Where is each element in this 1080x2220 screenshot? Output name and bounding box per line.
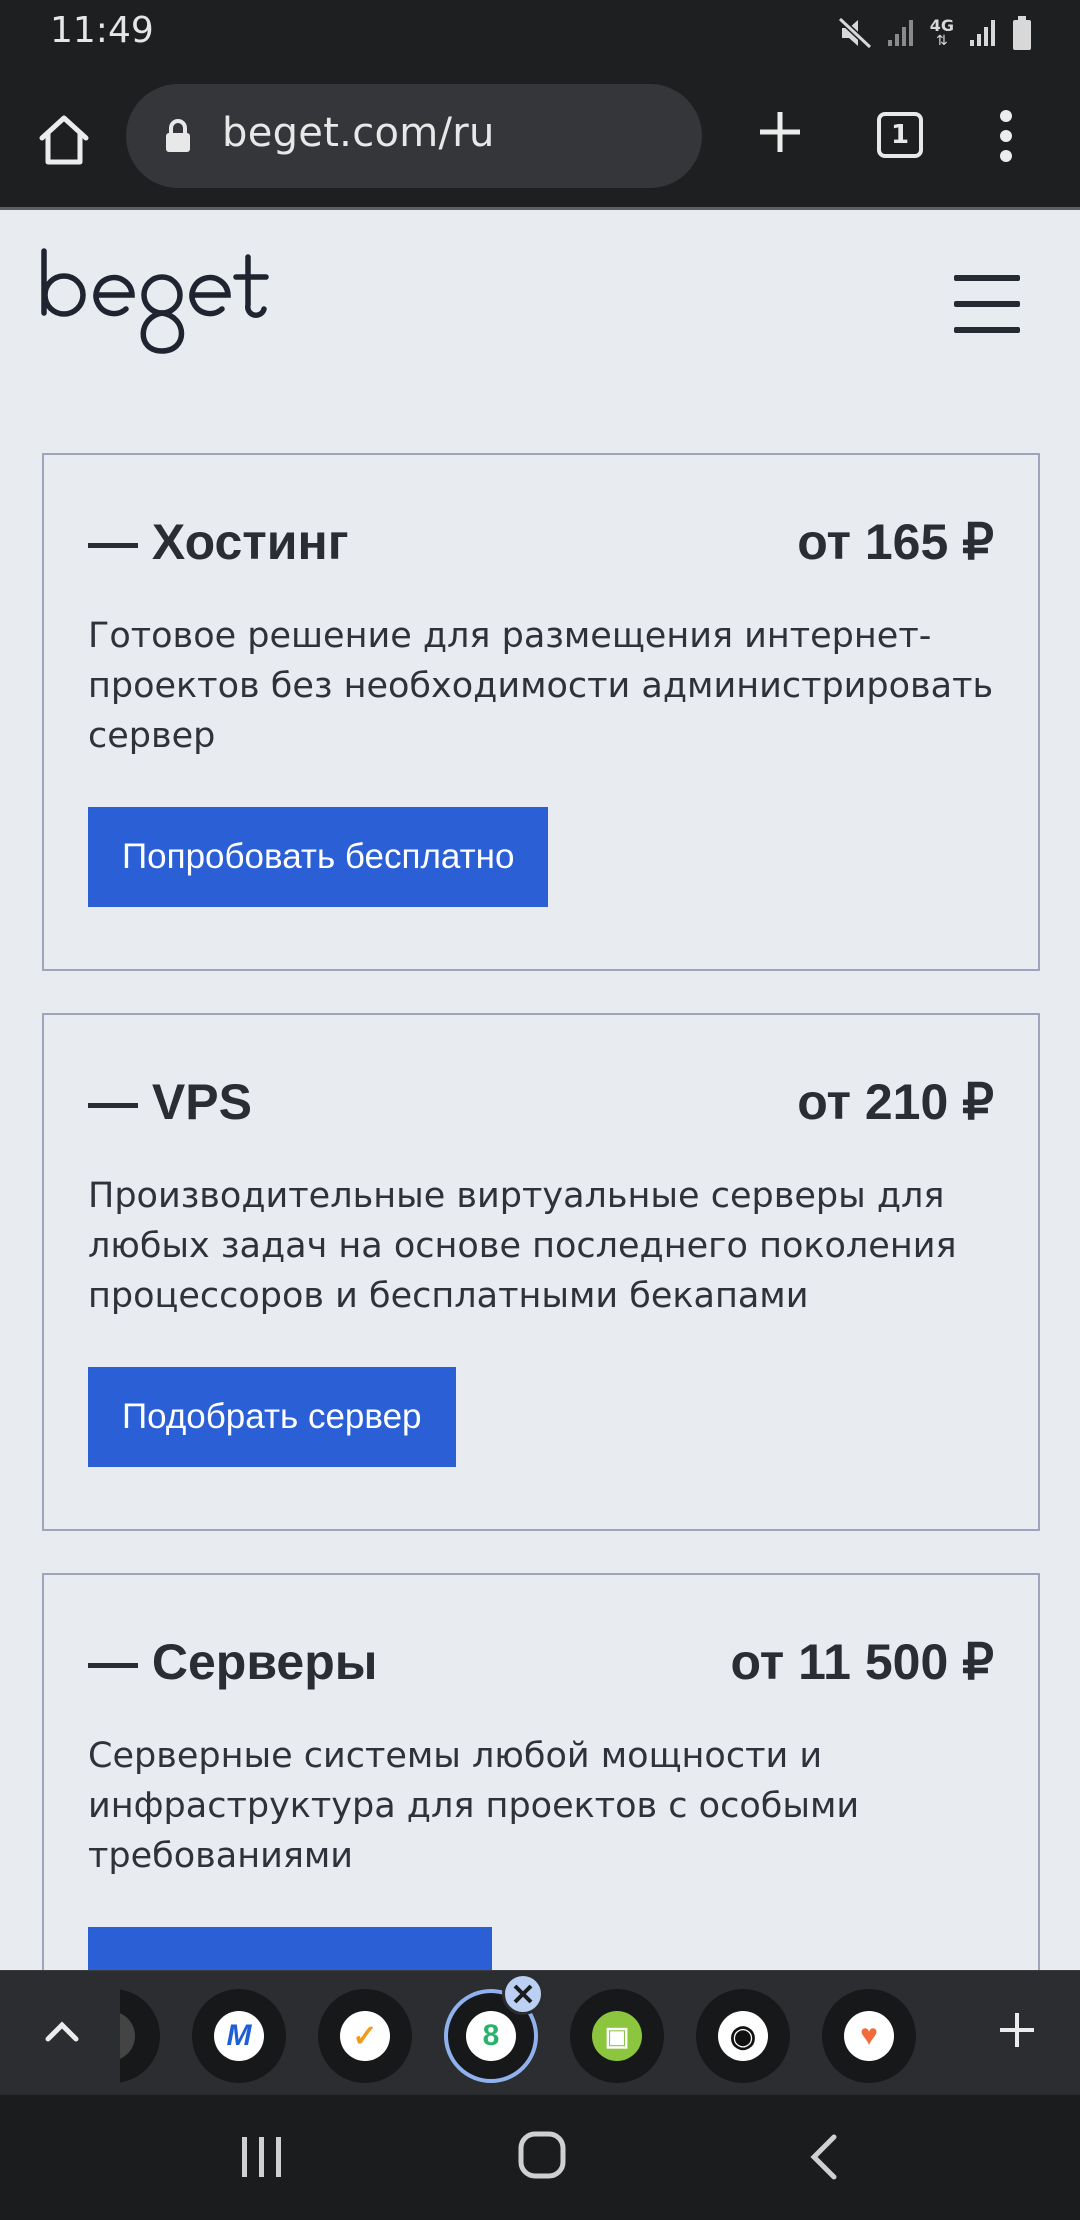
card-description: Готовое решение для размещения интернет-… — [88, 616, 994, 756]
dock-tab-m[interactable]: M — [192, 1989, 286, 2083]
card-price: от 11 500 ₽ — [730, 1634, 994, 1690]
hosting-card: — Хостинг от 165 ₽ Готовое решение для р… — [42, 453, 1040, 971]
back-icon[interactable] — [806, 2133, 840, 2181]
dock-tab-globe[interactable]: ◉ — [696, 1989, 790, 2083]
try-free-button[interactable]: Попробовать бесплатно — [88, 807, 549, 907]
close-tab-icon[interactable] — [502, 1973, 544, 2015]
home-button-icon[interactable] — [518, 2131, 566, 2179]
tab-count: 1 — [890, 120, 910, 150]
screen-favicon-icon: ▣ — [592, 2011, 642, 2061]
status-icons: 4G ⇅ — [837, 14, 1032, 52]
battery-icon — [1013, 16, 1031, 50]
signal-icon — [970, 20, 995, 46]
card-description: Серверные системы любой мощности и инфра… — [88, 1736, 860, 1876]
home-icon[interactable] — [34, 110, 94, 170]
choose-server-button[interactable]: Подобрать сервер — [88, 1367, 456, 1467]
network-indicator: 4G ⇅ — [929, 16, 954, 49]
servers-card-button[interactable] — [88, 1927, 492, 1970]
card-title: — Серверы — [88, 1634, 378, 1690]
tabs-icon[interactable]: 1 — [877, 112, 923, 158]
servers-card: — Серверы от 11 500 ₽ Серверные системы … — [42, 1573, 1040, 1970]
status-time: 11:49 — [50, 10, 154, 51]
signal-icon — [887, 20, 913, 46]
check-favicon-icon: ✓ — [340, 2011, 390, 2061]
beget-logo[interactable]: beget — [38, 247, 270, 359]
menu-hamburger-icon[interactable] — [954, 275, 1020, 335]
card-price: от 165 ₽ — [797, 514, 994, 570]
heart-favicon-icon: ♥ — [844, 2011, 894, 2061]
card-title: — Хостинг — [88, 514, 349, 570]
dock-tab-screen[interactable]: ▣ — [570, 1989, 664, 2083]
tab-favicon-icon — [120, 2011, 135, 2061]
mute-icon — [837, 17, 872, 49]
system-nav-bar — [0, 2095, 1080, 2220]
tab-dock: M ✓ 8 ▣ ◉ ♥ — [0, 1970, 1080, 2095]
browser-toolbar: beget.com/ru 1 — [0, 66, 1080, 210]
add-tab-icon[interactable] — [996, 2009, 1038, 2051]
beget-favicon-icon: 8 — [466, 2011, 516, 2061]
m-favicon-icon: M — [214, 2011, 264, 2061]
new-tab-icon[interactable] — [756, 108, 804, 156]
dock-tab-heart[interactable]: ♥ — [822, 1989, 916, 2083]
address-bar[interactable]: beget.com/ru — [126, 84, 702, 188]
more-icon[interactable] — [994, 108, 1018, 164]
status-bar: 11:49 4G ⇅ — [0, 0, 1080, 66]
card-description: Производительные виртуальные серверы для… — [88, 1176, 957, 1316]
data-arrows-icon: ⇅ — [936, 33, 948, 49]
web-page: beget — Хостинг от 165 ₽ Готовое решение… — [0, 213, 1080, 1970]
dock-tab-checkmark[interactable]: ✓ — [318, 1989, 412, 2083]
globe-favicon-icon: ◉ — [718, 2011, 768, 2061]
card-title: — VPS — [88, 1074, 252, 1130]
lock-icon — [166, 119, 190, 152]
url-text[interactable]: beget.com/ru — [222, 110, 495, 156]
network-type-label: 4G — [929, 16, 954, 35]
card-price: от 210 ₽ — [797, 1074, 994, 1130]
recents-icon[interactable] — [240, 2135, 284, 2179]
vps-card: — VPS от 210 ₽ Производительные виртуаль… — [42, 1013, 1040, 1531]
chevron-up-icon[interactable] — [42, 2011, 82, 2051]
